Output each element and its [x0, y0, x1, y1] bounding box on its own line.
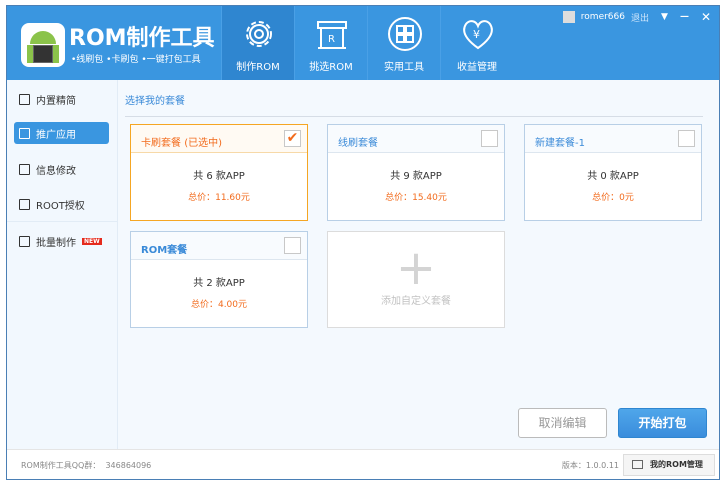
cancel-edit-button[interactable]: 取消编辑: [518, 408, 607, 438]
package-card[interactable]: 新建套餐-1 共 0 款APP 总价：0元: [524, 124, 702, 221]
version: 版本：1.0.0.11: [561, 461, 619, 470]
close-icon[interactable]: ✕: [701, 10, 711, 24]
package-checkbox[interactable]: [284, 237, 301, 254]
app-window: ROM制作工具 •线刷包 •卡刷包 •一键打包工具 制作ROM R 挑选ROM …: [6, 5, 720, 480]
section-title: 选择我的套餐: [125, 96, 185, 107]
monitor-icon: [632, 460, 643, 469]
qq-label: ROM制作工具QQ群：: [21, 461, 101, 470]
username: romer666: [580, 12, 625, 22]
svg-text:R: R: [328, 34, 335, 45]
sidebar-item-info-edit[interactable]: 信息修改: [14, 158, 109, 180]
app-subtitle: •线刷包 •卡刷包 •一键打包工具: [71, 55, 201, 65]
package-checkbox[interactable]: ✔: [284, 130, 301, 147]
tab-make-rom[interactable]: 制作ROM: [221, 6, 294, 80]
divider: [125, 116, 703, 117]
sidebar-item-batch[interactable]: 批量制作 NEW: [14, 230, 109, 252]
qq-number: 346864096: [105, 461, 152, 470]
footer: ROM制作工具QQ群： 346864096 版本：1.0.0.11 我的ROM管…: [7, 449, 719, 479]
sidebar-item-promote-apps[interactable]: 推广应用: [14, 122, 109, 144]
heart-yen-icon: ¥: [463, 20, 493, 50]
user-area: romer666 退出 ▼ — ✕: [562, 10, 711, 24]
my-rom-manage-button[interactable]: 我的ROM管理: [623, 454, 715, 476]
package-checkbox[interactable]: [481, 130, 498, 147]
tab-earnings[interactable]: ¥ 收益管理: [440, 6, 513, 80]
add-package-button[interactable]: + 添加自定义套餐: [327, 231, 505, 328]
package-card[interactable]: 卡刷套餐 (已选中) ✔ 共 6 款APP 总价：11.60元: [130, 124, 308, 221]
document-icon: [19, 163, 30, 175]
tab-pick-rom[interactable]: R 挑选ROM: [294, 6, 367, 80]
sidebar: 内置精简 推广应用 信息修改 ROOT授权 批量制作 NEW: [7, 80, 118, 449]
app-title: ROM制作工具: [69, 26, 215, 51]
divider: [7, 221, 118, 222]
header: ROM制作工具 •线刷包 •卡刷包 •一键打包工具 制作ROM R 挑选ROM …: [7, 6, 719, 80]
new-badge: NEW: [82, 237, 102, 245]
batch-icon: [19, 235, 30, 247]
package-card[interactable]: ROM套餐 共 2 款APP 总价：4.00元: [130, 231, 308, 328]
sidebar-item-root[interactable]: ROOT授权: [14, 193, 109, 215]
lock-icon: [19, 198, 30, 210]
package-checkbox[interactable]: [678, 130, 695, 147]
sidebar-item-builtin-slim[interactable]: 内置精简: [14, 88, 109, 110]
gear-icon: [246, 21, 272, 47]
plus-icon: +: [395, 240, 437, 296]
avatar: [562, 11, 575, 23]
package-card[interactable]: 线刷套餐 共 9 款APP 总价：15.40元: [327, 124, 505, 221]
upload-icon: [19, 93, 30, 105]
tab-tools[interactable]: 实用工具: [367, 6, 440, 80]
grid-icon: [388, 17, 422, 51]
shop-icon: R: [317, 21, 347, 49]
start-pack-button[interactable]: 开始打包: [618, 408, 707, 438]
android-logo: [21, 23, 65, 67]
minimize-icon[interactable]: —: [680, 12, 689, 22]
menu-dropdown-icon[interactable]: ▼: [661, 12, 668, 22]
folder-icon: [19, 127, 30, 139]
svg-text:¥: ¥: [473, 28, 480, 41]
logout-link[interactable]: 退出: [631, 11, 649, 24]
